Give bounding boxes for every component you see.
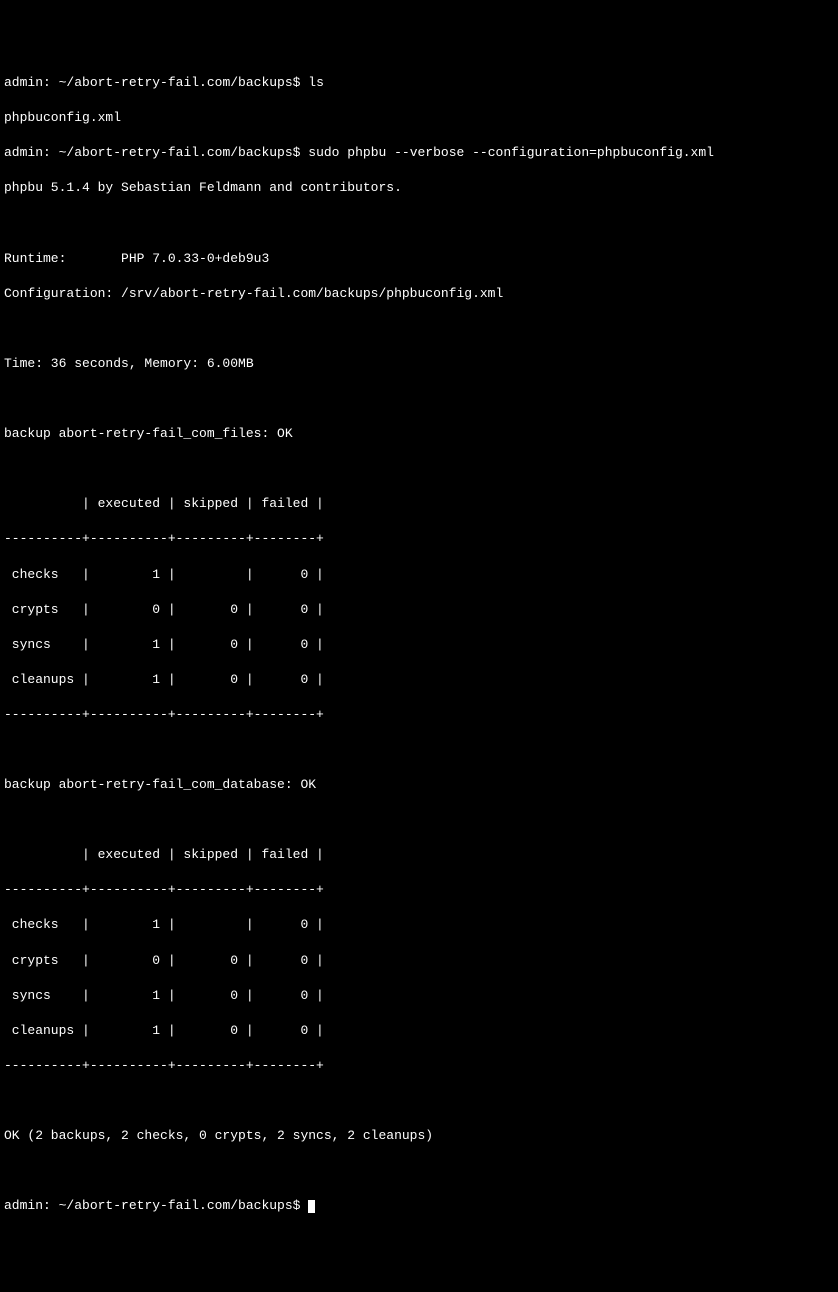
blank-line <box>4 1162 834 1180</box>
prompt-user: admin <box>4 1198 43 1213</box>
summary-line: OK (2 backups, 2 checks, 0 crypts, 2 syn… <box>4 1127 834 1145</box>
table-separator: ----------+----------+---------+--------… <box>4 706 834 724</box>
prompt-path: ~/abort-retry-fail.com/backups <box>59 145 293 160</box>
blank-line <box>4 215 834 233</box>
prompt-line[interactable]: admin: ~/abort-retry-fail.com/backups$ <box>4 1197 834 1215</box>
table-row: checks | 1 | | 0 | <box>4 566 834 584</box>
table-row: crypts | 0 | 0 | 0 | <box>4 952 834 970</box>
table-row: cleanups | 1 | 0 | 0 | <box>4 1022 834 1040</box>
prompt-user: admin <box>4 145 43 160</box>
table-separator: ----------+----------+---------+--------… <box>4 1057 834 1075</box>
table-row: cleanups | 1 | 0 | 0 | <box>4 671 834 689</box>
blank-line <box>4 460 834 478</box>
blank-line <box>4 390 834 408</box>
ls-output: phpbuconfig.xml <box>4 109 834 127</box>
command-text: sudo phpbu --verbose --configuration=php… <box>308 145 714 160</box>
blank-line <box>4 320 834 338</box>
table-row: crypts | 0 | 0 | 0 | <box>4 601 834 619</box>
table-separator: ----------+----------+---------+--------… <box>4 881 834 899</box>
blank-line <box>4 741 834 759</box>
table-row: syncs | 1 | 0 | 0 | <box>4 987 834 1005</box>
configuration-info: Configuration: /srv/abort-retry-fail.com… <box>4 285 834 303</box>
table-separator: ----------+----------+---------+--------… <box>4 530 834 548</box>
table-row: syncs | 1 | 0 | 0 | <box>4 636 834 654</box>
runtime-info: Runtime: PHP 7.0.33-0+deb9u3 <box>4 250 834 268</box>
cursor-icon <box>308 1200 315 1213</box>
prompt-path: ~/abort-retry-fail.com/backups <box>59 75 293 90</box>
blank-line <box>4 811 834 829</box>
time-memory: Time: 36 seconds, Memory: 6.00MB <box>4 355 834 373</box>
prompt-line[interactable]: admin: ~/abort-retry-fail.com/backups$ l… <box>4 74 834 92</box>
prompt-user: admin <box>4 75 43 90</box>
backup-title: backup abort-retry-fail_com_database: OK <box>4 776 834 794</box>
command-text: ls <box>308 75 324 90</box>
table-header: | executed | skipped | failed | <box>4 846 834 864</box>
backup-title: backup abort-retry-fail_com_files: OK <box>4 425 834 443</box>
table-row: checks | 1 | | 0 | <box>4 916 834 934</box>
prompt-line[interactable]: admin: ~/abort-retry-fail.com/backups$ s… <box>4 144 834 162</box>
phpbu-banner: phpbu 5.1.4 by Sebastian Feldmann and co… <box>4 179 834 197</box>
table-header: | executed | skipped | failed | <box>4 495 834 513</box>
prompt-path: ~/abort-retry-fail.com/backups <box>59 1198 293 1213</box>
blank-line <box>4 1092 834 1110</box>
